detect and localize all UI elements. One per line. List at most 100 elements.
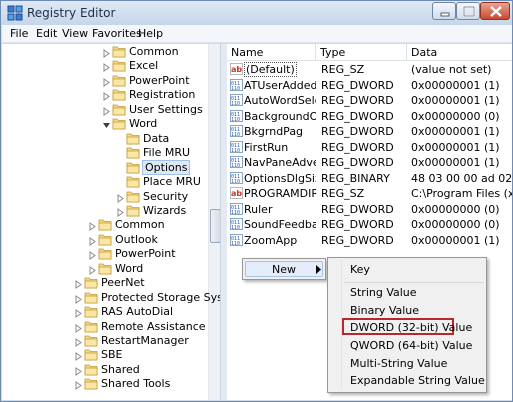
value-type: REG_DWORD	[321, 156, 394, 169]
scrollbar-thumb[interactable]	[210, 209, 220, 243]
tree-item-label: Place MRU	[143, 175, 201, 189]
folder-icon	[84, 334, 98, 347]
submenu-item-qword-64-bit-value[interactable]: QWORD (64-bit) Value	[350, 339, 472, 352]
collapsed-arrow-icon[interactable]	[88, 250, 97, 261]
value-name: AutoWordSelect	[244, 94, 316, 107]
svg-text:ab: ab	[231, 65, 242, 74]
folder-icon	[112, 117, 126, 130]
tree-item-label: RAS AutoDial	[101, 305, 174, 319]
tree-item-label: SBE	[101, 348, 123, 362]
minimize-button[interactable]	[432, 2, 456, 20]
value-name: OptionsDlgSizeP	[244, 171, 316, 185]
value-row[interactable]: 011110SoundFeedback REG_DWORD 0x00000000 (…	[227, 217, 512, 232]
collapsed-arrow-icon[interactable]	[116, 207, 125, 217]
value-name: PROGRAMDIR	[244, 187, 316, 200]
collapsed-arrow-icon[interactable]	[74, 323, 83, 333]
maximize-button[interactable]	[456, 2, 480, 20]
submenu-item-binary-value[interactable]: Binary Value	[350, 304, 419, 317]
tree-item-label: Wizards	[143, 203, 187, 217]
collapsed-arrow-icon[interactable]	[74, 351, 83, 362]
binary-value-icon: 011 110	[230, 109, 243, 123]
tree-item-label: PeerNet	[101, 276, 145, 290]
value-row[interactable]: 011 110 ATUserAdded REG_DWORD 0x00000001 (1)	[227, 78, 512, 93]
svg-text:110: 110	[231, 225, 240, 230]
registry-key-tree[interactable]: Common Excel PowerPoint Registration User Se…	[2, 44, 221, 400]
svg-text:110: 110	[231, 148, 240, 153]
tree-item-label: Registration	[129, 88, 196, 102]
registry-editor-window: Registry Editor File Edit View Favorites…	[0, 0, 513, 402]
collapsed-arrow-icon[interactable]	[88, 265, 97, 275]
collapsed-arrow-icon[interactable]	[102, 62, 111, 73]
menu-bar: File Edit View Favorites Help	[2, 25, 512, 43]
title-bar[interactable]: Registry Editor	[1, 1, 512, 25]
value-row[interactable]: 011 110 ZoomApp REG_DWORD 0x00000001 (1)	[227, 233, 512, 248]
tree-item-label: Outlook	[115, 232, 158, 246]
tree-item-label: User Settings	[129, 102, 203, 116]
expanded-arrow-icon[interactable]	[102, 120, 111, 129]
string-value-icon: ab	[230, 63, 243, 75]
collapsed-arrow-icon[interactable]	[74, 308, 83, 319]
value-data: 0x00000000 (0)	[411, 202, 500, 216]
collapsed-arrow-icon[interactable]	[102, 106, 111, 116]
menu-file[interactable]: File	[10, 27, 28, 40]
collapsed-arrow-icon[interactable]	[116, 193, 125, 203]
value-name: NavPaneAdverti	[244, 156, 316, 169]
submenu-item-multi-string-value[interactable]: Multi-String Value	[350, 357, 447, 370]
folder-icon	[84, 291, 98, 304]
value-row[interactable]: 011 110 FirstRun REG_DWORD 0x00000001 (1)	[227, 140, 512, 155]
collapsed-arrow-icon[interactable]	[102, 91, 111, 102]
value-row[interactable]: 011 110 BkgrndPag REG_DWORD 0x00000001 (1)	[227, 124, 512, 139]
menu-separator	[344, 282, 484, 283]
value-row[interactable]: 011110AutoWordSelect REG_DWORD 0x00000001 …	[227, 93, 512, 108]
submenu-item-expandable-string-value[interactable]: Expandable String Value	[350, 374, 485, 387]
collapsed-arrow-icon[interactable]	[88, 236, 97, 246]
collapsed-arrow-icon[interactable]	[102, 77, 111, 87]
folder-icon	[112, 59, 126, 72]
value-row[interactable]: ab (Default) REG_SZ (value not set)	[227, 62, 512, 77]
folder-icon	[98, 262, 112, 275]
close-button[interactable]	[480, 2, 510, 20]
folder-icon	[112, 88, 126, 101]
value-data: 48 03 00 00 ad 02 00 00	[411, 171, 512, 185]
menu-view[interactable]: View	[62, 27, 88, 40]
binary-value-icon: 011 110	[230, 202, 243, 216]
value-name: SoundFeedback	[244, 218, 316, 231]
value-type: REG_DWORD	[321, 125, 394, 138]
collapsed-arrow-icon[interactable]	[74, 337, 83, 347]
folder-icon	[112, 103, 126, 116]
value-row[interactable]: 011 110 Ruler REG_DWORD 0x00000000 (0)	[227, 202, 512, 217]
value-data: (value not set)	[411, 63, 492, 76]
menu-favorites[interactable]: Favorites	[92, 27, 142, 40]
collapsed-arrow-icon[interactable]	[74, 294, 83, 304]
tree-item-label: Options	[142, 159, 191, 175]
collapsed-arrow-icon[interactable]	[74, 279, 83, 290]
tree-item-label: Shared Tools	[101, 377, 171, 391]
collapsed-arrow-icon[interactable]	[102, 48, 111, 58]
value-type: REG_DWORD	[321, 233, 394, 247]
menu-edit[interactable]: Edit	[36, 27, 57, 40]
context-menu-new[interactable]: New	[245, 261, 323, 277]
context-menu-new-label: New	[272, 263, 296, 276]
folder-icon	[126, 204, 140, 217]
submenu-item-key[interactable]: Key	[350, 263, 370, 276]
value-name: BackgroundOpen	[244, 109, 316, 123]
maximize-icon	[463, 6, 475, 17]
submenu-item-string-value[interactable]: String Value	[350, 286, 417, 299]
svg-text:110: 110	[231, 241, 240, 246]
column-header-name[interactable]: Name	[227, 44, 316, 61]
value-row[interactable]: 011110OptionsDlgSizeP REG_BINARY 48 03 00 …	[227, 171, 512, 186]
value-row[interactable]: 011110NavPaneAdverti REG_DWORD 0x00000001 …	[227, 155, 512, 170]
value-data: 0x00000001 (1)	[411, 140, 500, 154]
collapsed-arrow-icon[interactable]	[74, 366, 83, 376]
value-data: 0x00000000 (0)	[411, 109, 500, 123]
collapsed-arrow-icon[interactable]	[88, 221, 97, 232]
value-row[interactable]: abPROGRAMDIR REG_SZ C:\Program Files (x86)…	[227, 186, 512, 201]
submenu-item-dword-32-bit-value[interactable]: DWORD (32-bit) Value	[350, 321, 472, 334]
tree-vertical-scrollbar[interactable]	[208, 44, 220, 400]
tree-item-label: RestartManager	[101, 334, 189, 347]
column-header-data[interactable]: Data	[407, 44, 512, 61]
collapsed-arrow-icon[interactable]	[74, 380, 83, 391]
value-row[interactable]: 011110BackgroundOpen REG_DWORD 0x00000000 …	[227, 109, 512, 124]
column-header-type[interactable]: Type	[316, 44, 407, 61]
menu-help[interactable]: Help	[138, 27, 163, 40]
